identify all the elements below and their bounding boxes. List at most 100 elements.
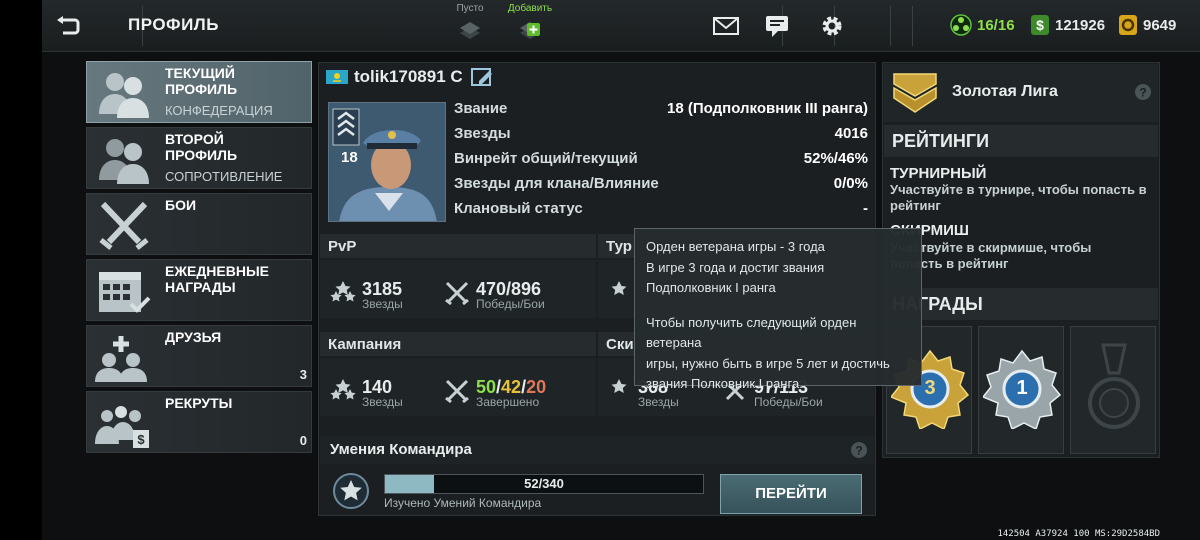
skirmish-battles-label: Победы/Бои — [754, 395, 823, 409]
friends-icon — [95, 336, 147, 382]
energy-counter[interactable]: 16/16 — [950, 14, 1015, 36]
skills-progress-bar: 52/340 — [384, 474, 704, 494]
friends-count: 3 — [299, 367, 307, 382]
commander-skills-header: Умения Командира ? — [320, 436, 874, 464]
commander-avatar[interactable]: 18 — [328, 102, 446, 222]
stat-row-winrate: Винрейт общий/текущий 52%/46% — [454, 150, 868, 174]
stat-value: 0/0% — [833, 175, 868, 192]
veteran-order-tooltip: Орден ветерана игры - 3 года В игре 3 го… — [634, 228, 922, 391]
divider — [890, 6, 891, 46]
chat-button[interactable] — [760, 10, 796, 42]
pvp-stars: 3185 Звезды — [330, 280, 403, 311]
tooltip-line: игры, нужно быть в игре 5 лет и достичь — [646, 355, 890, 371]
gold-counter[interactable]: 9649 — [1118, 14, 1176, 36]
empty-slot[interactable]: Пусто — [440, 3, 500, 43]
mail-button[interactable] — [708, 10, 744, 42]
kazakhstan-flag-icon — [326, 70, 348, 84]
tooltip-line: Чтобы получить следующий орден ветерана — [646, 314, 857, 351]
crossed-swords-icon — [445, 281, 469, 306]
award-veteran-silver[interactable]: 1 — [978, 326, 1064, 454]
campaign-header: Кампания — [320, 332, 596, 356]
pvp-stats: 3185 Звезды 470/896 Победы/Бои — [320, 260, 596, 318]
svg-text:$: $ — [1036, 17, 1044, 33]
commander-star-badge-icon — [333, 473, 369, 509]
stat-row-clan-stars: Звезды для клана/Влияние 0/0% — [454, 175, 868, 199]
skirmish-rating-desc-2: попасть в рейтинг — [890, 256, 1009, 271]
campaign-stars: 140 Звезды — [330, 378, 403, 409]
pvp-battles-label: Победы/Бои — [476, 297, 545, 311]
campaign-stars-label: Звезды — [362, 395, 403, 409]
league-row[interactable]: Золотая Лига ? — [884, 64, 1158, 122]
gold-value: 9649 — [1143, 16, 1177, 34]
settings-button[interactable] — [814, 10, 850, 42]
svg-text:?: ? — [855, 444, 862, 458]
menu-title: ВТОРОЙ ПРОФИЛЬ — [165, 131, 238, 163]
stat-value: 18 (Подполковник III ранга) — [667, 100, 868, 117]
help-icon[interactable]: ? — [850, 441, 868, 459]
stars-icon — [330, 379, 356, 400]
page-title: ПРОФИЛЬ — [128, 15, 219, 34]
campaign-normal: 42 — [501, 377, 522, 397]
menu-second-profile[interactable]: ВТОРОЙ ПРОФИЛЬ СОПРОТИВЛЕНИЕ — [86, 127, 312, 189]
energy-icon — [950, 14, 972, 36]
award-locked[interactable] — [1070, 326, 1156, 454]
menu-title: ЕЖЕДНЕВНЫЕ НАГРАДЫ — [165, 263, 270, 295]
stat-key: Звезды — [454, 125, 511, 142]
menu-subtitle: КОНФЕДЕРАЦИЯ — [165, 103, 273, 118]
menu-recruits[interactable]: $ РЕКРУТЫ 0 — [86, 391, 312, 453]
gear-icon — [822, 16, 842, 36]
soldiers-icon — [99, 139, 149, 184]
chat-icon — [766, 16, 788, 37]
pvp-battles: 470/896 Победы/Бои — [444, 280, 545, 311]
calendar-icon — [99, 272, 151, 313]
gold-icon — [1119, 15, 1137, 35]
help-icon[interactable]: ? — [1134, 83, 1152, 101]
menu-friends[interactable]: ДРУЗЬЯ 3 — [86, 325, 312, 387]
dollar-icon: $ — [1031, 15, 1049, 35]
stars-icon — [330, 281, 356, 302]
tournament-rating-desc: Участвуйте в турнире, чтобы попасть в ре… — [890, 182, 1147, 213]
dollars-value: 121926 — [1055, 16, 1106, 34]
menu-current-profile[interactable]: ТЕКУЩИЙ ПРОФИЛЬ КОНФЕДЕРАЦИЯ — [86, 61, 312, 123]
stat-row-rank: Звание 18 (Подполковник III ранга) — [454, 100, 868, 124]
league-name: Золотая Лига — [952, 83, 1058, 100]
stars-icon — [611, 379, 627, 393]
dollars-counter[interactable]: $ 121926 — [1030, 14, 1105, 36]
tooltip-line: В игре 3 года и достиг звания — [646, 259, 825, 275]
campaign-completed-value: 50/42/20 — [476, 378, 546, 396]
menu-battles[interactable]: БОИ — [86, 193, 312, 255]
edit-name-icon[interactable] — [469, 66, 495, 88]
crossed-swords-icon — [99, 201, 149, 250]
menu-title: БОИ — [165, 197, 197, 213]
tooltip-line: звания Полковник I ранга. — [646, 376, 803, 391]
menu-daily-rewards[interactable]: ЕЖЕДНЕВНЫЕ НАГРАДЫ — [86, 259, 312, 321]
pvp-stars-value: 3185 — [362, 279, 403, 299]
back-button[interactable] — [48, 8, 88, 44]
commander-skills-title: Умения Командира — [330, 441, 472, 458]
recruits-count: 0 — [299, 433, 307, 448]
campaign-completed: 50/42/20 Завершено — [444, 378, 546, 409]
add-slot-button[interactable]: Добавить — [500, 3, 560, 43]
stat-key: Винрейт общий/текущий — [454, 150, 638, 167]
go-button[interactable]: ПЕРЕЙТИ — [720, 474, 862, 514]
stat-key: Звезды для клана/Влияние — [454, 175, 659, 192]
add-slot-icon — [520, 22, 540, 39]
tooltip-line: Подполковник I ранга — [646, 280, 776, 295]
campaign-hard: 20 — [526, 377, 547, 397]
skirmish-rating-desc-1: Участвуйте в скирмише, чтобы — [890, 240, 1092, 255]
locked-medal-icon — [1088, 343, 1140, 429]
build-info: 142504 A37924 100 MS:29D2584BD — [997, 529, 1160, 539]
skirmish-stars-label: Звезды — [638, 395, 679, 409]
tooltip-spacer — [646, 299, 910, 313]
campaign-stats: 140 Звезды 50/42/20 Завершено — [320, 358, 596, 416]
pvp-header: PvP — [320, 234, 596, 258]
stat-value: 52%/46% — [803, 150, 868, 167]
ratings-header: РЕЙТИНГИ — [884, 125, 1158, 157]
stat-row-clan-status: Клановый статус - — [454, 200, 868, 224]
empty-slot-label: Пусто — [456, 3, 484, 14]
award-silver-number: 1 — [1016, 377, 1028, 399]
skills-caption: Изучено Умений Командира — [384, 496, 542, 510]
username: tolik170891 C — [354, 67, 463, 86]
campaign-completed-label: Завершено — [476, 395, 540, 409]
divider — [912, 6, 913, 46]
